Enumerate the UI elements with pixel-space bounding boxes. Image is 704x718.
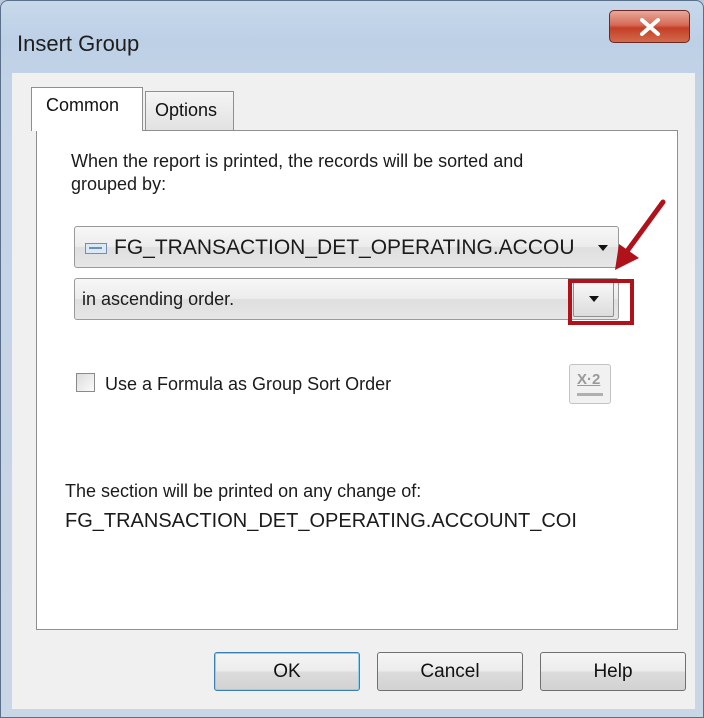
sort-order-dropdown[interactable]: in ascending order.: [74, 278, 619, 320]
tab-common[interactable]: Common: [31, 87, 143, 131]
close-icon: [640, 18, 660, 36]
help-button[interactable]: Help: [540, 652, 686, 691]
formula-sort-checkbox[interactable]: [76, 373, 95, 392]
formula-sort-label: Use a Formula as Group Sort Order: [105, 374, 392, 394]
tab-options-label: Options: [155, 100, 218, 120]
tab-options[interactable]: Options: [145, 91, 234, 130]
sort-prompt-line2: grouped by:: [71, 174, 167, 194]
annotation-arrow-icon: [615, 199, 666, 270]
field-icon: [85, 243, 107, 254]
annotation-highlight-box: [568, 279, 634, 325]
sort-prompt-line1: When the report is printed, the records …: [71, 151, 524, 171]
section-field-value: FG_TRANSACTION_DET_OPERATING.ACCOUNT_COI: [65, 510, 577, 532]
formula-editor-button[interactable]: X·2: [569, 364, 611, 404]
group-field-dropdown[interactable]: FG_TRANSACTION_DET_OPERATING.ACCOU: [74, 226, 619, 268]
close-button[interactable]: [609, 10, 690, 43]
cancel-button[interactable]: Cancel: [377, 652, 523, 691]
ok-button[interactable]: OK: [214, 652, 360, 691]
section-note: The section will be printed on any chang…: [65, 481, 422, 501]
dialog-title: Insert Group: [17, 31, 140, 56]
insert-group-dialog: Insert Group Common Options When the rep…: [0, 0, 704, 718]
tab-common-label: Common: [46, 95, 120, 115]
formula-icon: X·2: [577, 371, 601, 388]
group-field-value: FG_TRANSACTION_DET_OPERATING.ACCOU: [114, 236, 575, 259]
sort-order-value: in ascending order.: [82, 289, 235, 309]
